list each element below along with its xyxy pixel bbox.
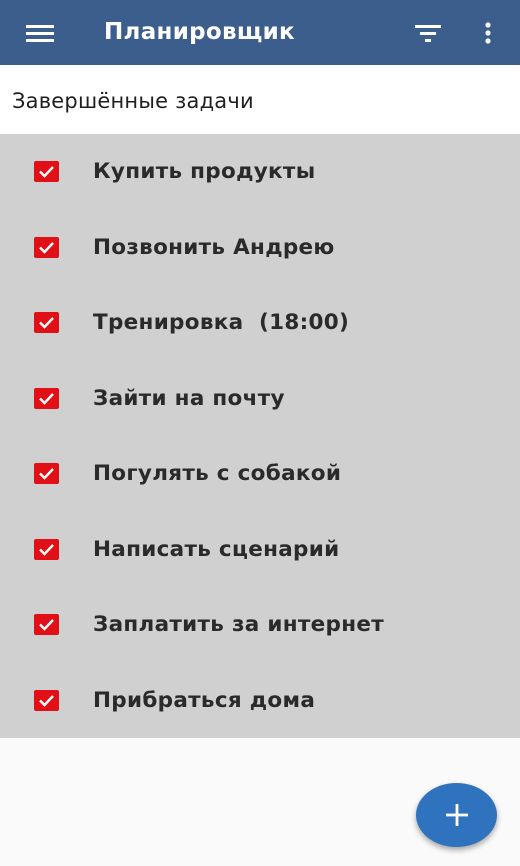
checkbox[interactable] [34,387,59,409]
task-row[interactable]: Прибраться дома [0,663,520,739]
checkbox[interactable] [34,614,59,636]
plus-icon [445,804,468,826]
app-bar: Планировщик [0,0,520,65]
check-icon [39,166,54,178]
task-label: Написать сценарий [93,536,340,562]
checkbox[interactable] [34,689,59,711]
task-row[interactable]: Позвонить Андрею [0,210,520,286]
task-row[interactable]: Погулять с собакой [0,436,520,512]
task-row[interactable]: Зайти на почту [0,361,520,437]
filter-button[interactable] [408,18,448,48]
task-row[interactable]: Тренировка (18:00) [0,285,520,361]
check-icon [39,468,54,480]
task-label: Заплатить за интернет [93,612,384,638]
check-icon [39,317,54,329]
add-task-button[interactable] [416,783,497,847]
more-vert-icon [485,22,491,44]
checkbox[interactable] [34,161,59,183]
check-icon [39,392,54,405]
app-screen: Планировщик Завершённые задачи Купить пр… [0,0,520,866]
task-label: Купить продукты [93,159,316,185]
task-row[interactable]: Купить продукты [0,134,520,210]
section-title: Завершённые задачи [12,89,254,113]
task-label: Погулять с собакой [93,461,342,487]
task-label: Прибраться дома [93,687,316,713]
more-options-button[interactable] [472,16,504,50]
task-list: Купить продукты Позвонить Андрею Трениро… [0,134,520,738]
section-header: Завершённые задачи [0,65,520,134]
menu-button[interactable] [20,18,60,48]
task-label: Позвонить Андрею [93,234,335,260]
check-icon [39,241,54,254]
app-title: Планировщик [104,19,295,45]
check-icon [39,694,54,707]
task-row[interactable]: Написать сценарий [0,512,520,588]
task-label: Зайти на почту [93,385,285,411]
check-icon [39,543,54,556]
filter-icon [415,25,441,42]
check-icon [39,619,54,631]
checkbox[interactable] [34,538,59,560]
menu-icon [26,25,54,42]
checkbox[interactable] [34,312,59,334]
checkbox[interactable] [34,236,59,258]
checkbox[interactable] [34,463,59,485]
task-label: Тренировка (18:00) [93,310,350,336]
task-row[interactable]: Заплатить за интернет [0,587,520,663]
